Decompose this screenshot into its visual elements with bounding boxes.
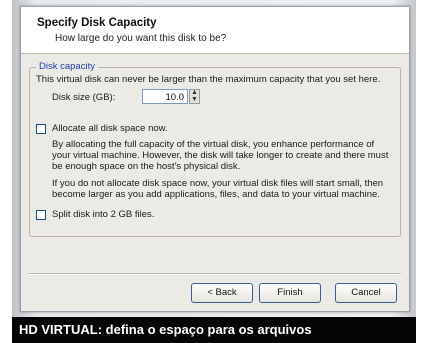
disk-size-input[interactable]: 10.0 bbox=[142, 89, 188, 104]
disk-capacity-group: Disk capacity This virtual disk can neve… bbox=[29, 61, 401, 237]
group-label: Disk capacity bbox=[36, 61, 98, 72]
dialog-header: Specify Disk Capacity How large do you w… bbox=[21, 7, 409, 54]
allocate-desc-line-3: be enough space on the host's physical d… bbox=[52, 161, 241, 172]
allocate-checkbox[interactable] bbox=[36, 124, 46, 134]
magazine-caption: HD VIRTUAL: defina o espaço para os arqu… bbox=[12, 317, 416, 343]
cancel-button[interactable]: Cancel bbox=[335, 283, 397, 303]
disk-size-label: Disk size (GB): bbox=[52, 92, 116, 103]
back-button[interactable]: < Back bbox=[191, 283, 253, 303]
dialog-subtitle: How large do you want this disk to be? bbox=[55, 33, 227, 44]
split-label[interactable]: Split disk into 2 GB files. bbox=[52, 209, 154, 220]
allocate-desc-line-1: By allocating the full capacity of the v… bbox=[52, 139, 375, 150]
noalloc-desc-line-2: become larger as you add applications, f… bbox=[52, 189, 380, 200]
caption-text: defina o espaço para os arquivos bbox=[105, 322, 312, 337]
spin-down-icon[interactable]: ▼ bbox=[190, 96, 199, 104]
allocate-label[interactable]: Allocate all disk space now. bbox=[52, 123, 168, 134]
allocate-desc-line-2: your virtual machine. However, the disk … bbox=[52, 150, 389, 161]
dialog-title: Specify Disk Capacity bbox=[37, 17, 157, 29]
split-checkbox[interactable] bbox=[36, 210, 46, 220]
disk-capacity-dialog: Specify Disk Capacity How large do you w… bbox=[20, 6, 410, 312]
button-separator bbox=[29, 273, 401, 275]
finish-button[interactable]: Finish bbox=[259, 283, 321, 303]
disk-size-spinner[interactable]: ▲ ▼ bbox=[189, 89, 200, 104]
intro-text: This virtual disk can never be larger th… bbox=[36, 74, 381, 85]
caption-heading: HD VIRTUAL: bbox=[19, 322, 103, 337]
noalloc-desc-line-1: If you do not allocate disk space now, y… bbox=[52, 178, 384, 189]
